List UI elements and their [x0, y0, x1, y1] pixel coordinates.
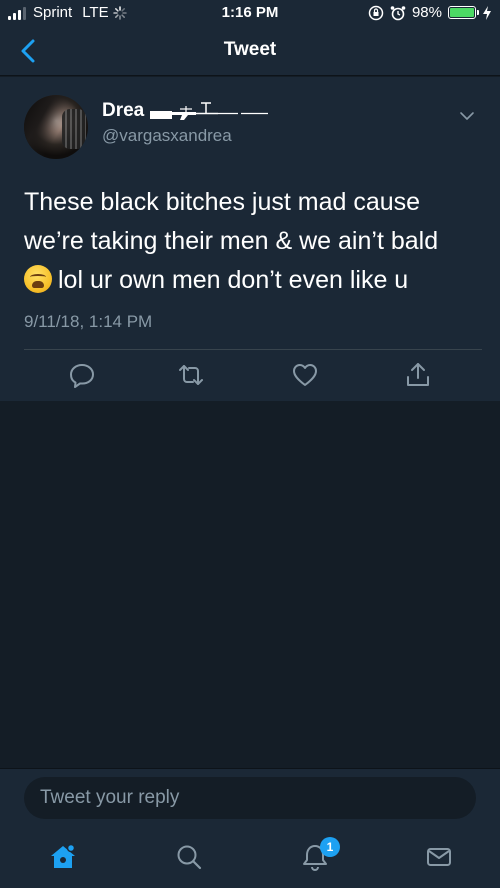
like-icon[interactable] — [291, 361, 319, 389]
charging-bolt-icon — [483, 5, 491, 20]
tweet-text: These black bitches just mad cause we’re… — [24, 183, 484, 300]
reply-input[interactable] — [24, 777, 476, 819]
rotation-lock-icon — [368, 5, 384, 20]
tweet-text-line: lol ur own men don’t even like u — [24, 261, 484, 300]
tweet-text-line: we’re taking their men & we ain’t bald — [24, 227, 439, 255]
nav-bar: Tweet — [0, 26, 500, 76]
notification-badge: 1 — [320, 837, 340, 857]
battery-icon — [448, 6, 479, 19]
empty-area — [0, 401, 500, 768]
display-name[interactable]: Drea — [102, 100, 270, 122]
avatar-hoodie — [62, 109, 86, 149]
battery-percent: 98% — [411, 4, 442, 21]
alarm-icon — [390, 5, 406, 20]
search-icon[interactable] — [174, 842, 204, 872]
tweet-timestamp: 9/11/18, 1:14 PM — [24, 312, 153, 331]
reply-bar — [0, 768, 500, 828]
weary-face-emoji — [24, 265, 52, 293]
user-handle[interactable]: @vargasxandrea — [102, 126, 232, 146]
rifle-icon — [150, 102, 269, 120]
retweet-icon[interactable] — [177, 361, 205, 389]
chevron-down-icon[interactable] — [458, 107, 476, 125]
tweet-actions — [0, 361, 500, 397]
reply-icon[interactable] — [68, 361, 96, 389]
display-name-text: Drea — [102, 100, 145, 121]
home-icon[interactable] — [48, 842, 78, 872]
tab-bar: 1 — [0, 828, 500, 888]
tweet-card: Drea @vargasxandrea These black bitches … — [0, 77, 500, 401]
divider — [24, 349, 482, 350]
avatar[interactable] — [24, 95, 88, 159]
tweet-text-line-3: lol ur own men don’t even like u — [58, 266, 409, 294]
share-icon[interactable] — [404, 361, 432, 389]
status-right: 98% — [368, 4, 492, 21]
battery-fill — [450, 8, 474, 17]
page-title: Tweet — [223, 39, 277, 60]
status-bar: Sprint LTE 1:16 PM 98% — [0, 0, 500, 26]
messages-icon[interactable] — [424, 842, 454, 872]
tweet-text-line: These black bitches just mad cause — [24, 188, 421, 216]
